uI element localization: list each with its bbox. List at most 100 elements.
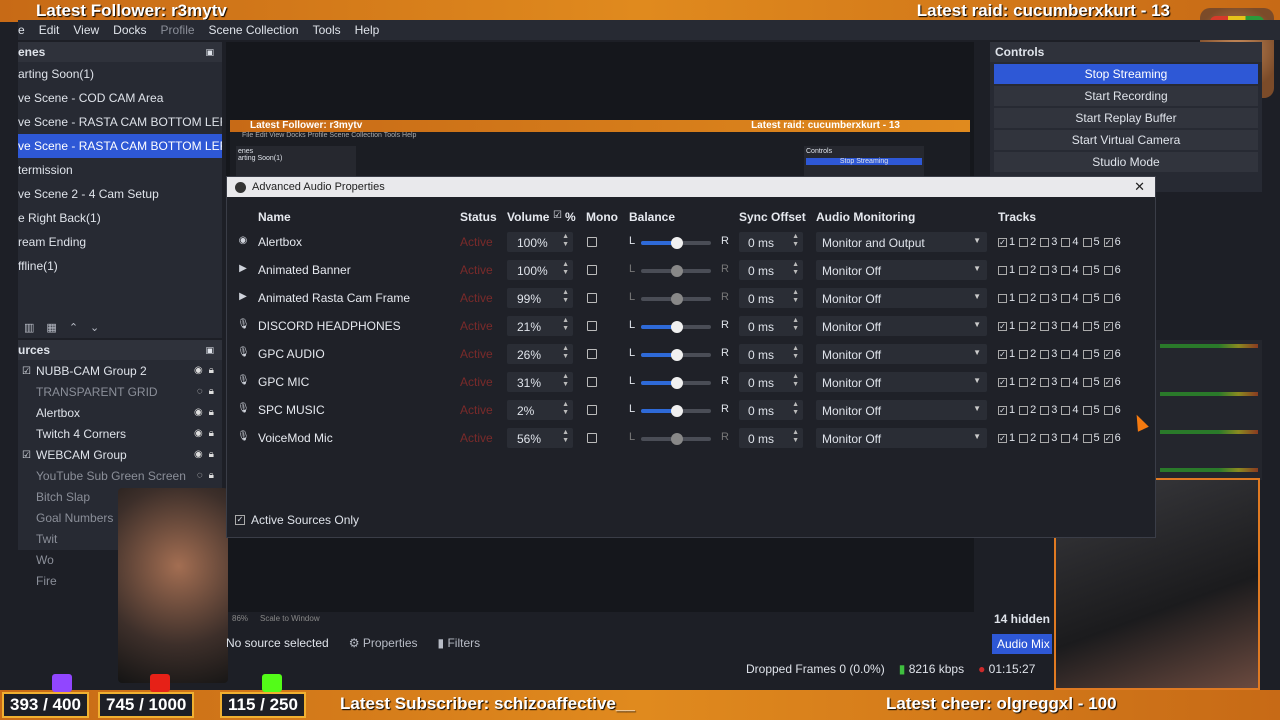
source-item[interactable]: YouTube Sub Green Screen ◌ 🔒︎	[18, 465, 222, 486]
scale-label[interactable]: Scale to Window	[260, 614, 320, 623]
volume-stepper[interactable]: 2% ▲ ▼	[507, 400, 573, 420]
volume-stepper[interactable]: 100% ▲ ▼	[507, 260, 573, 280]
track-toggle[interactable]: ✓ 1	[998, 404, 1015, 416]
sync-offset-stepper[interactable]: 0 ms ▲ ▼	[739, 288, 803, 308]
spin-arrows-icon[interactable]: ▲ ▼	[792, 345, 799, 361]
track-toggle[interactable]: 5	[1082, 376, 1100, 388]
spin-arrows-icon[interactable]: ▲ ▼	[562, 429, 569, 445]
group-checkbox-icon[interactable]	[22, 513, 32, 523]
group-checkbox-icon[interactable]	[22, 492, 32, 502]
monitoring-select[interactable]: Monitor Off ▼	[816, 344, 987, 364]
visibility-eye-icon[interactable]: ◌	[197, 386, 203, 397]
group-checkbox-icon[interactable]	[22, 576, 32, 586]
sync-offset-stepper[interactable]: 0 ms ▲ ▼	[739, 316, 803, 336]
spin-arrows-icon[interactable]: ▲ ▼	[562, 345, 569, 361]
undock-icon[interactable]: ▣	[205, 47, 214, 58]
track-toggle[interactable]: 3	[1040, 404, 1057, 416]
filters-button[interactable]: ▮ Filters	[438, 636, 481, 650]
track-toggle[interactable]: 3	[1040, 292, 1057, 304]
menu-item[interactable]: Profile	[161, 23, 195, 37]
monitoring-select[interactable]: Monitor Off ▼	[816, 316, 987, 336]
sync-offset-stepper[interactable]: 0 ms ▲ ▼	[739, 232, 803, 252]
volume-stepper[interactable]: 21% ▲ ▼	[507, 316, 573, 336]
track-toggle[interactable]: 4	[1061, 404, 1079, 416]
undock-icon[interactable]: ▣	[205, 345, 214, 356]
spin-arrows-icon[interactable]: ▲ ▼	[792, 429, 799, 445]
track-toggle[interactable]: ✓ 1	[998, 348, 1015, 360]
track-toggle[interactable]: 5	[1082, 432, 1100, 444]
visibility-eye-icon[interactable]: ◉	[194, 449, 203, 460]
menu-item[interactable]: Help	[355, 23, 380, 37]
track-toggle[interactable]: 3	[1040, 236, 1057, 248]
scene-item[interactable]: ve Scene - COD CAM Area	[18, 86, 222, 110]
source-item[interactable]: TRANSPARENT GRID ◌ 🔒︎	[18, 381, 222, 402]
track-toggle[interactable]: ✓ 6	[1103, 432, 1121, 444]
source-item[interactable]: ☑ WEBCAM Group ◉ 🔒︎	[18, 444, 222, 465]
track-toggle[interactable]: 4	[1061, 348, 1079, 360]
source-item[interactable]: ☑ NUBB-CAM Group 2 ◉ 🔒︎	[18, 360, 222, 381]
spin-arrows-icon[interactable]: ▲ ▼	[792, 289, 799, 305]
spin-arrows-icon[interactable]: ▲ ▼	[562, 373, 569, 389]
lock-icon[interactable]: 🔒︎	[209, 365, 214, 376]
spin-arrows-icon[interactable]: ▲ ▼	[562, 317, 569, 333]
track-toggle[interactable]: 2	[1019, 320, 1036, 332]
control-button[interactable]: Start Virtual Camera	[994, 130, 1258, 150]
balance-slider-handle[interactable]	[671, 377, 683, 389]
mono-checkbox[interactable]	[587, 405, 597, 415]
menu-item[interactable]: Tools	[313, 23, 341, 37]
balance-slider-handle[interactable]	[671, 433, 683, 445]
sync-offset-stepper[interactable]: 0 ms ▲ ▼	[739, 372, 803, 392]
spin-arrows-icon[interactable]: ▲ ▼	[562, 233, 569, 249]
track-toggle[interactable]: 3	[1040, 376, 1057, 388]
scene-item[interactable]: ream Ending	[18, 230, 222, 254]
track-toggle[interactable]: 2	[1019, 376, 1036, 388]
spin-arrows-icon[interactable]: ▲ ▼	[792, 401, 799, 417]
spin-arrows-icon[interactable]: ▲ ▼	[792, 317, 799, 333]
track-toggle[interactable]: 3	[1040, 320, 1057, 332]
track-toggle[interactable]: ✓ 6	[1103, 320, 1121, 332]
menu-item[interactable]: Scene Collection	[209, 23, 299, 37]
visibility-eye-icon[interactable]: ◉	[194, 428, 203, 439]
track-toggle[interactable]: 2	[1019, 432, 1036, 444]
close-icon[interactable]: ✕	[1134, 179, 1145, 195]
mono-checkbox[interactable]	[587, 293, 597, 303]
group-checkbox-icon[interactable]	[22, 408, 32, 418]
move-up-icon[interactable]: ⌃	[69, 321, 78, 334]
track-toggle[interactable]: 4	[1061, 292, 1079, 304]
pct-checkbox[interactable]: ☑	[553, 210, 562, 221]
scene-item[interactable]: arting Soon(1)	[18, 62, 222, 86]
spin-arrows-icon[interactable]: ▲ ▼	[562, 401, 569, 417]
track-toggle[interactable]: 1	[998, 264, 1015, 276]
mono-checkbox[interactable]	[587, 321, 597, 331]
volume-stepper[interactable]: 100% ▲ ▼	[507, 232, 573, 252]
monitoring-select[interactable]: Monitor Off ▼	[816, 428, 987, 448]
track-toggle[interactable]: 5	[1082, 264, 1100, 276]
track-toggle[interactable]: ✓ 1	[998, 236, 1015, 248]
track-toggle[interactable]: 5	[1082, 320, 1100, 332]
monitoring-select[interactable]: Monitor Off ▼	[816, 288, 987, 308]
lock-icon[interactable]: 🔒︎	[209, 386, 214, 397]
group-checkbox-icon[interactable]	[22, 555, 32, 565]
monitoring-select[interactable]: Monitor Off ▼	[816, 372, 987, 392]
move-down-icon[interactable]: ⌄	[90, 321, 99, 334]
track-toggle[interactable]: 6	[1103, 264, 1121, 276]
lock-icon[interactable]: 🔒︎	[209, 449, 214, 460]
scene-item[interactable]: e Right Back(1)	[18, 206, 222, 230]
track-toggle[interactable]: ✓ 1	[998, 376, 1015, 388]
balance-slider-handle[interactable]	[671, 293, 683, 305]
track-toggle[interactable]: 5	[1082, 348, 1100, 360]
properties-button[interactable]: ⚙ Properties	[349, 636, 418, 650]
track-toggle[interactable]: ✓ 6	[1103, 376, 1121, 388]
control-button[interactable]: Stop Streaming	[994, 64, 1258, 84]
visibility-eye-icon[interactable]: ◉	[194, 407, 203, 418]
balance-slider-handle[interactable]	[671, 237, 683, 249]
spin-arrows-icon[interactable]: ▲ ▼	[562, 289, 569, 305]
source-item[interactable]: Twitch 4 Corners ◉ 🔒︎	[18, 423, 222, 444]
group-checkbox-icon[interactable]	[22, 471, 32, 481]
filter-icon[interactable]: ▦	[46, 321, 56, 334]
visibility-eye-icon[interactable]: ◉	[194, 365, 203, 376]
source-item[interactable]: Alertbox ◉ 🔒︎	[18, 402, 222, 423]
menu-item[interactable]: Docks	[113, 23, 146, 37]
track-toggle[interactable]: 2	[1019, 348, 1036, 360]
monitoring-select[interactable]: Monitor Off ▼	[816, 260, 987, 280]
